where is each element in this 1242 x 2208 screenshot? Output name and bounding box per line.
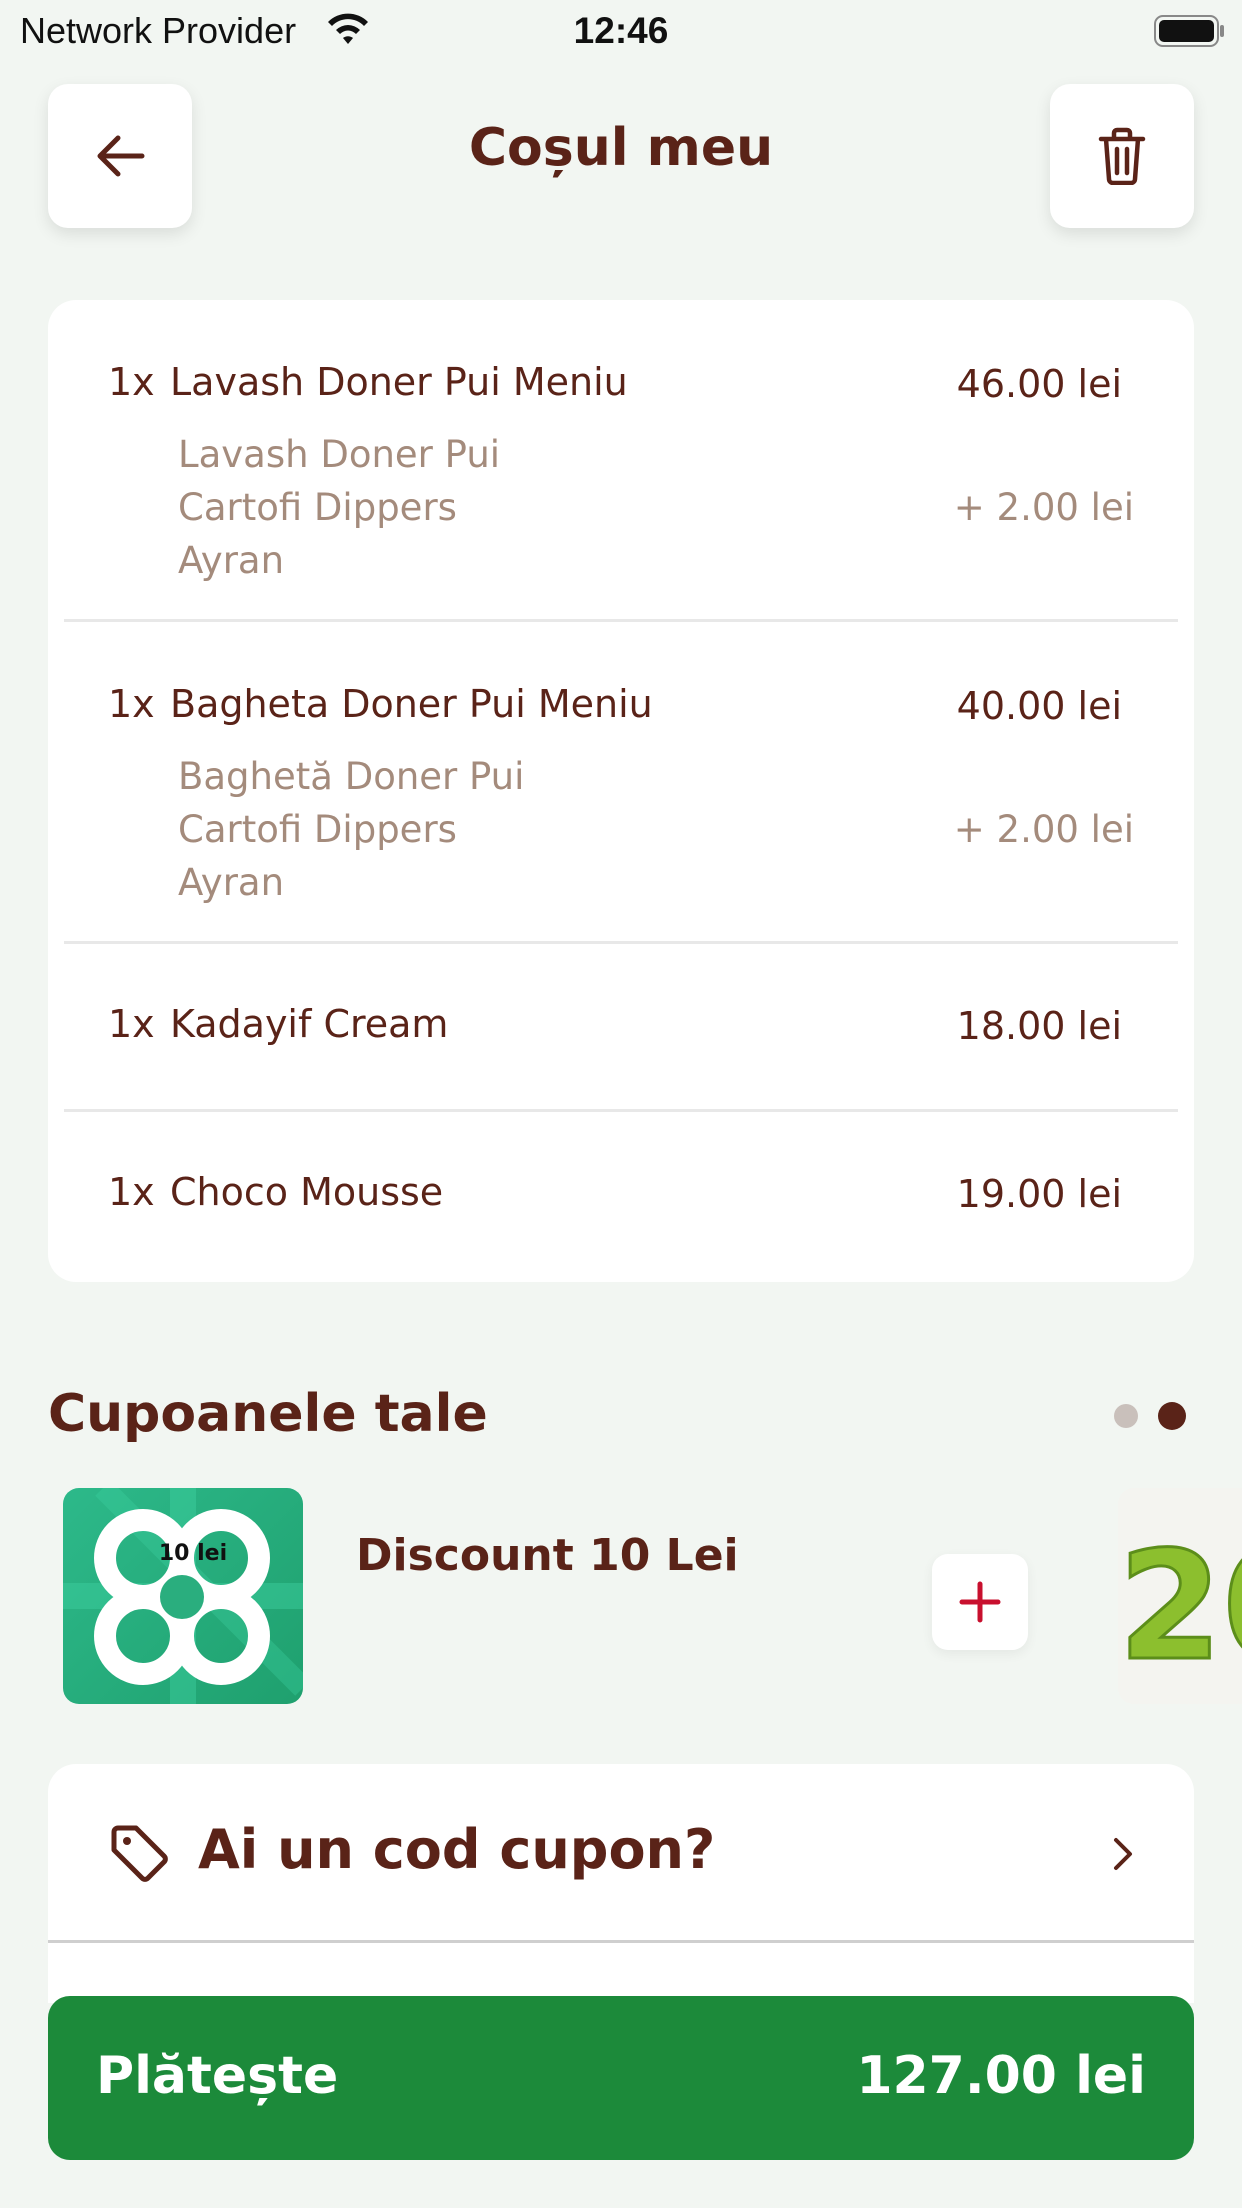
extra-price: + 2.00 lei <box>953 486 1134 529</box>
divider <box>48 1940 1194 1943</box>
subitem: Ayran <box>178 861 285 904</box>
pager-dot-active[interactable] <box>1158 1402 1186 1430</box>
item-price: 46.00 lei <box>956 362 1122 406</box>
add-coupon-button[interactable] <box>932 1554 1028 1650</box>
chevron-right-icon <box>1114 1838 1132 1870</box>
status-bar: Network Provider 12:46 <box>0 0 1242 64</box>
pager-dot[interactable] <box>1114 1404 1138 1428</box>
cart-item[interactable]: 1x Kadayif Cream 18.00 lei <box>64 944 1178 1112</box>
coupon-name: Discount 10 Lei <box>356 1530 739 1581</box>
item-price: 19.00 lei <box>956 1172 1122 1216</box>
coupon-badge-text: 20 <box>1118 1520 1242 1694</box>
pay-button[interactable]: Plătește 127.00 lei <box>48 1996 1194 2160</box>
item-quantity: 1x <box>108 1170 155 1214</box>
item-quantity: 1x <box>108 360 155 404</box>
battery-icon <box>1154 15 1224 47</box>
cart-items-card: 1x Lavash Doner Pui Meniu 46.00 lei Lava… <box>48 300 1194 1282</box>
subitem: Ayran <box>178 539 285 582</box>
coupon-code-label: Ai un cod cupon? <box>198 1818 716 1881</box>
next-coupon-preview[interactable]: 20 <box>1118 1488 1242 1704</box>
item-name: Choco Mousse <box>170 1170 444 1214</box>
coupon-image[interactable]: 10 lei <box>63 1488 303 1704</box>
item-price: 40.00 lei <box>956 684 1122 728</box>
item-name: Kadayif Cream <box>170 1002 449 1046</box>
clock: 12:46 <box>573 10 669 51</box>
coupon-badge-text: 10 lei <box>159 1541 227 1566</box>
item-quantity: 1x <box>108 1002 155 1046</box>
item-price: 18.00 lei <box>956 1004 1122 1048</box>
card-continuation <box>48 1943 1194 2003</box>
subitem: Baghetă Doner Pui <box>178 755 525 798</box>
cart-item[interactable]: 1x Choco Mousse 19.00 lei <box>64 1112 1178 1282</box>
clover-logo-icon: 10 lei <box>63 1488 303 1704</box>
item-name: Lavash Doner Pui Meniu <box>170 360 628 404</box>
clear-cart-button[interactable] <box>1050 84 1194 228</box>
subitem: Cartofi Dippers <box>178 486 457 529</box>
item-quantity: 1x <box>108 682 155 726</box>
coupons-section-title: Cupoanele tale <box>48 1384 488 1444</box>
plus-icon <box>959 1581 1001 1623</box>
item-subitems: Lavash Doner Pui Cartofi Dippers Ayran <box>178 428 500 587</box>
item-subitems: Baghetă Doner Pui Cartofi Dippers Ayran <box>178 750 524 909</box>
extra-price: + 2.00 lei <box>953 808 1134 851</box>
subitem: Cartofi Dippers <box>178 808 457 851</box>
pay-label: Plătește <box>96 2046 339 2106</box>
cart-item[interactable]: 1x Lavash Doner Pui Meniu 46.00 lei Lava… <box>64 300 1178 622</box>
cart-item[interactable]: 1x Bagheta Doner Pui Meniu 40.00 lei Bag… <box>64 622 1178 944</box>
trash-icon <box>1098 127 1146 185</box>
pay-total: 127.00 lei <box>856 2046 1146 2106</box>
subitem: Lavash Doner Pui <box>178 433 501 476</box>
coupon-20-image: 20 <box>1118 1519 1242 1696</box>
item-name: Bagheta Doner Pui Meniu <box>170 682 653 726</box>
tag-icon <box>111 1825 168 1882</box>
